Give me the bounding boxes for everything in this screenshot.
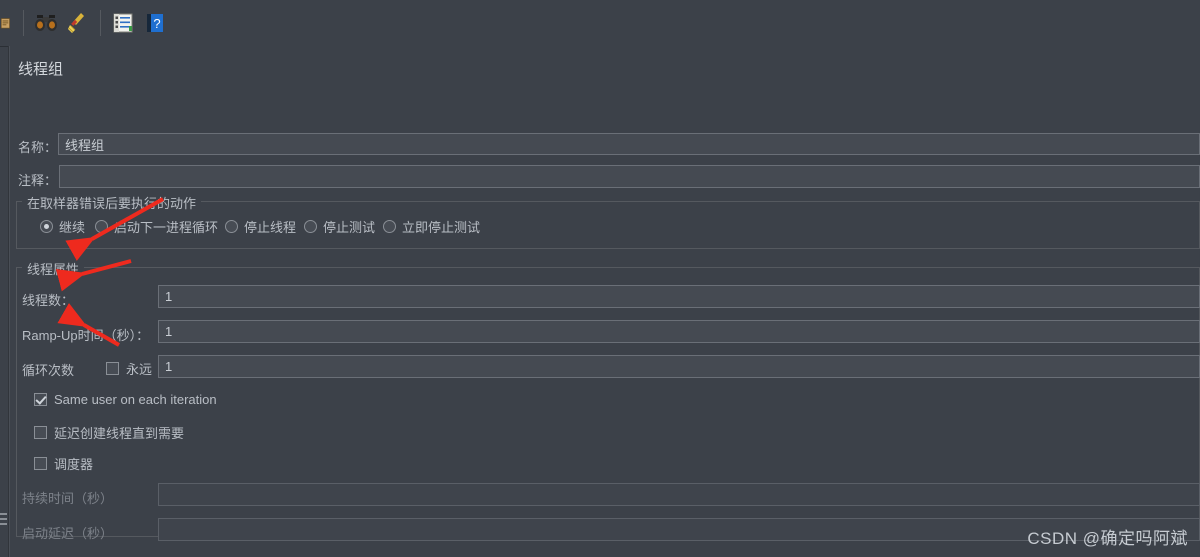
forever-checkbox-box bbox=[106, 362, 119, 375]
rampup-input[interactable]: 1 bbox=[158, 320, 1200, 343]
delay-thread-creation-checkbox[interactable]: 延迟创建线程直到需要 bbox=[34, 423, 184, 442]
help-book-icon[interactable]: ? bbox=[142, 10, 168, 36]
radio-continue-dot bbox=[40, 220, 53, 233]
clipboard-partial-icon[interactable] bbox=[0, 10, 14, 36]
same-user-checkbox-label: Same user on each iteration bbox=[54, 392, 217, 407]
threads-input[interactable]: 1 bbox=[158, 285, 1200, 308]
radio-stop-thread[interactable]: 停止线程 bbox=[225, 217, 296, 236]
radio-stop-test[interactable]: 停止测试 bbox=[304, 217, 375, 236]
scheduler-checkbox[interactable]: 调度器 bbox=[34, 454, 93, 473]
toolbar-separator-2 bbox=[100, 10, 101, 36]
radio-start-next-loop-dot bbox=[95, 220, 108, 233]
radio-continue[interactable]: 继续 bbox=[40, 217, 85, 236]
duration-label: 持续时间（秒） bbox=[22, 491, 114, 506]
notepad-templates-icon[interactable] bbox=[110, 10, 136, 36]
same-user-checkbox-box bbox=[34, 393, 47, 406]
svg-text:?: ? bbox=[153, 16, 160, 31]
name-input[interactable]: 线程组 bbox=[58, 133, 1200, 155]
toolbar-separator-1 bbox=[23, 10, 24, 36]
rampup-label: Ramp-Up时间（秒）： bbox=[22, 328, 150, 343]
radio-stop-test-dot bbox=[304, 220, 317, 233]
toolbar: ? bbox=[0, 0, 1200, 47]
radio-start-next-loop-label: 启动下一进程循环 bbox=[114, 220, 219, 235]
scheduler-checkbox-label: 调度器 bbox=[54, 457, 94, 472]
radio-stop-test-now-dot bbox=[383, 220, 396, 233]
radio-stop-thread-label: 停止线程 bbox=[244, 220, 297, 235]
name-label: 名称： bbox=[18, 140, 58, 155]
split-pane-grip[interactable] bbox=[0, 508, 7, 530]
same-user-checkbox[interactable]: Same user on each iteration bbox=[34, 392, 217, 407]
comment-label: 注释： bbox=[18, 173, 58, 188]
thread-group-panel: 线程组 名称： 线程组 注释： 在取样器错误后要执行的动作 继续 启动下一进程循… bbox=[10, 46, 1200, 557]
threads-label: 线程数： bbox=[22, 293, 75, 308]
radio-start-next-loop[interactable]: 启动下一进程循环 bbox=[95, 217, 218, 236]
thread-properties-group-title: 线程属性 bbox=[22, 259, 85, 278]
delay-thread-creation-checkbox-box bbox=[34, 426, 47, 439]
forever-checkbox[interactable]: 永远 bbox=[106, 359, 152, 378]
comment-input[interactable] bbox=[59, 165, 1200, 188]
delay-thread-creation-checkbox-label: 延迟创建线程直到需要 bbox=[54, 426, 185, 441]
startup-delay-label: 启动延迟（秒） bbox=[22, 526, 114, 541]
radio-stop-test-now[interactable]: 立即停止测试 bbox=[383, 217, 480, 236]
broom-clear-icon[interactable] bbox=[65, 10, 91, 36]
radio-stop-test-label: 停止测试 bbox=[323, 220, 376, 235]
duration-input[interactable] bbox=[158, 483, 1200, 506]
radio-stop-thread-dot bbox=[225, 220, 238, 233]
scheduler-checkbox-box bbox=[34, 457, 47, 470]
loop-count-input[interactable]: 1 bbox=[158, 355, 1200, 378]
watermark: CSDN @确定吗阿斌 bbox=[1027, 529, 1188, 548]
forever-checkbox-label: 永远 bbox=[126, 362, 153, 377]
page-title: 线程组 bbox=[18, 61, 64, 78]
loop-count-label: 循环次数 bbox=[22, 363, 75, 378]
sampler-error-action-group-title: 在取样器错误后要执行的动作 bbox=[22, 193, 202, 212]
binoculars-search-icon[interactable] bbox=[33, 10, 59, 36]
radio-stop-test-now-label: 立即停止测试 bbox=[402, 220, 481, 235]
radio-continue-label: 继续 bbox=[59, 220, 86, 235]
